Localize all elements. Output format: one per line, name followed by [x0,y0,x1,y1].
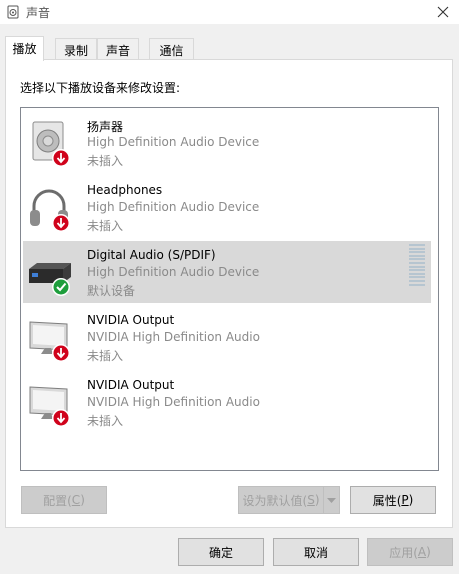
configure-label: 配置( [43,493,72,508]
apply-label-tail: ) [426,545,431,559]
unplugged-badge [52,149,70,167]
device-description: NVIDIA High Definition Audio [87,330,260,344]
device-item[interactable]: Headphones High Definition Audio Device … [23,176,431,238]
speaker-icon [32,121,70,167]
cancel-button[interactable]: 取消 [273,538,359,566]
tab-panel: 选择以下播放设备来修改设置: 扬声器 High Definition Audio… [5,59,453,528]
device-item[interactable]: 扬声器 High Definition Audio Device 未插入 [23,111,431,173]
window-title: 声音 [26,6,51,20]
tab-communications[interactable]: 通信 [149,38,194,60]
tab-playback[interactable]: 播放 [5,36,44,61]
volume-meter [409,244,425,290]
device-description: High Definition Audio Device [87,135,260,149]
device-description: NVIDIA High Definition Audio [87,395,260,409]
default-check-badge [52,278,70,296]
unplugged-badge [52,409,70,427]
close-button[interactable] [433,2,453,22]
close-icon [437,6,449,18]
chevron-down-icon [327,497,336,503]
device-name: 扬声器 [87,120,124,134]
properties-button[interactable]: 属性(P) [350,486,436,514]
device-description: High Definition Audio Device [87,265,260,279]
device-status: 默认设备 [87,284,136,298]
tab-sounds[interactable]: 声音 [97,38,139,60]
device-name: Digital Audio (S/PDIF) [87,248,216,262]
unplugged-badge [52,214,70,232]
title-bar: 声音 [0,0,459,24]
device-status: 未插入 [87,154,124,168]
device-status: 未插入 [87,349,124,363]
set-default-dropdown-button[interactable] [323,486,340,514]
apply-button[interactable]: 应用(A) [367,538,453,566]
unplugged-badge [52,344,70,362]
properties-accel-key: P [401,493,409,507]
device-description: High Definition Audio Device [87,200,260,214]
speaker-app-icon [7,5,19,19]
device-item-selected[interactable]: Digital Audio (S/PDIF) High Definition A… [23,241,431,303]
apply-accel-key: A [417,545,427,559]
properties-label: 属性( [372,493,402,508]
device-item[interactable]: NVIDIA Output NVIDIA High Definition Aud… [23,306,431,368]
tab-recording[interactable]: 录制 [55,38,97,60]
device-status: 未插入 [87,219,124,233]
properties-label-tail: ) [408,493,414,507]
set-default-accel-key: S [307,493,315,507]
digital-audio-icon [29,263,71,296]
device-name: NVIDIA Output [87,313,175,327]
set-default-button[interactable]: 设为默认值(S) [238,486,324,514]
configure-button[interactable]: 配置(C) [21,486,107,514]
device-name: NVIDIA Output [87,378,175,392]
ok-label: 确定 [208,545,233,560]
cancel-label: 取消 [303,545,328,560]
device-status: 未插入 [87,414,124,428]
configure-accel-key: C [71,493,81,507]
device-list[interactable]: 扬声器 High Definition Audio Device 未插入 Hea… [20,107,439,471]
apply-label: 应用( [389,545,418,560]
headphones-icon [30,189,70,232]
device-name: Headphones [87,183,163,197]
configure-label-tail: ) [80,493,85,507]
set-default-label: 设为默认值( [242,493,308,508]
instruction-text: 选择以下播放设备来修改设置: [20,81,181,95]
set-default-label-tail: ) [314,493,320,507]
monitor-icon [29,386,70,427]
monitor-icon [29,321,70,362]
device-item[interactable]: NVIDIA Output NVIDIA High Definition Aud… [23,371,431,433]
ok-button[interactable]: 确定 [178,538,264,566]
